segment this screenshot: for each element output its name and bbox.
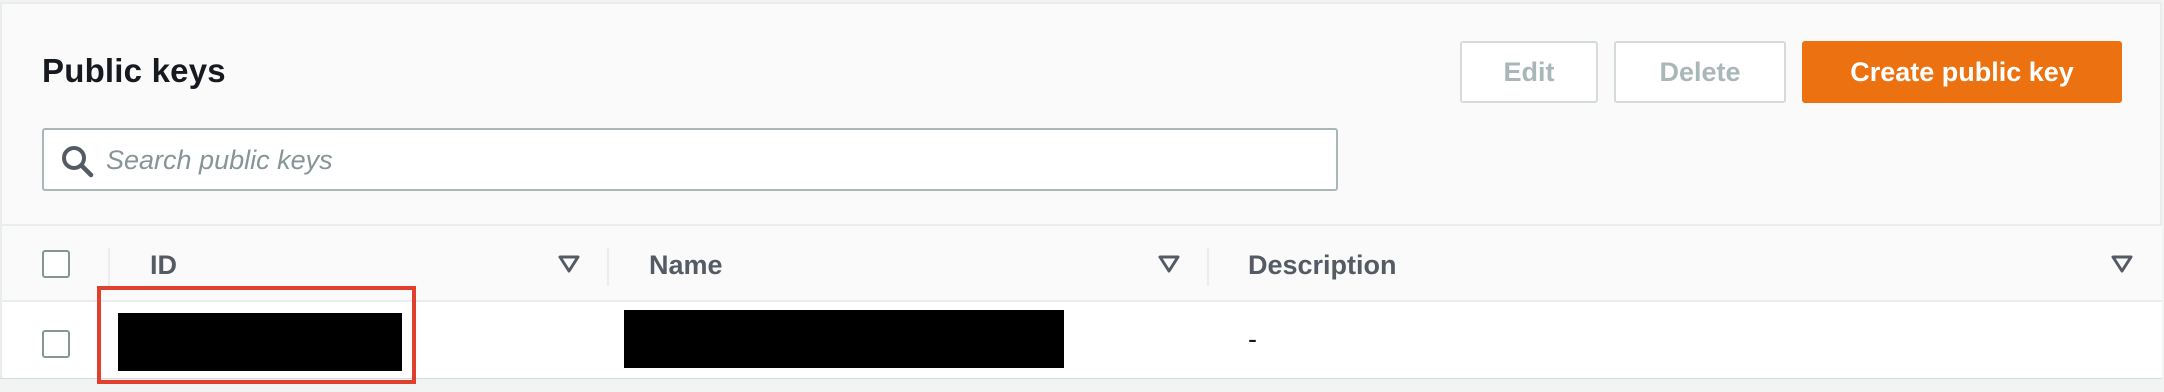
description-cell: - bbox=[1248, 324, 1257, 354]
column-header-description[interactable]: Description bbox=[1248, 250, 1397, 281]
create-public-key-button[interactable]: Create public key bbox=[1802, 41, 2122, 103]
sort-name-icon[interactable] bbox=[1157, 254, 1181, 274]
search-icon bbox=[60, 144, 94, 178]
page-title: Public keys bbox=[42, 52, 226, 89]
search-input[interactable] bbox=[106, 136, 1316, 184]
search-box[interactable] bbox=[42, 128, 1338, 191]
column-divider[interactable] bbox=[607, 248, 609, 286]
edit-button[interactable]: Edit bbox=[1460, 41, 1598, 103]
sort-description-icon[interactable] bbox=[2110, 254, 2134, 274]
delete-button[interactable]: Delete bbox=[1614, 41, 1786, 103]
redacted-name bbox=[624, 310, 1064, 368]
column-header-name[interactable]: Name bbox=[649, 250, 723, 281]
column-header-id[interactable]: ID bbox=[150, 250, 177, 281]
select-all-checkbox[interactable] bbox=[42, 250, 70, 278]
column-divider[interactable] bbox=[1207, 248, 1209, 286]
sort-id-icon[interactable] bbox=[557, 254, 581, 274]
column-divider bbox=[108, 248, 110, 286]
id-highlight-box bbox=[97, 286, 416, 384]
row-checkbox[interactable] bbox=[42, 330, 70, 358]
